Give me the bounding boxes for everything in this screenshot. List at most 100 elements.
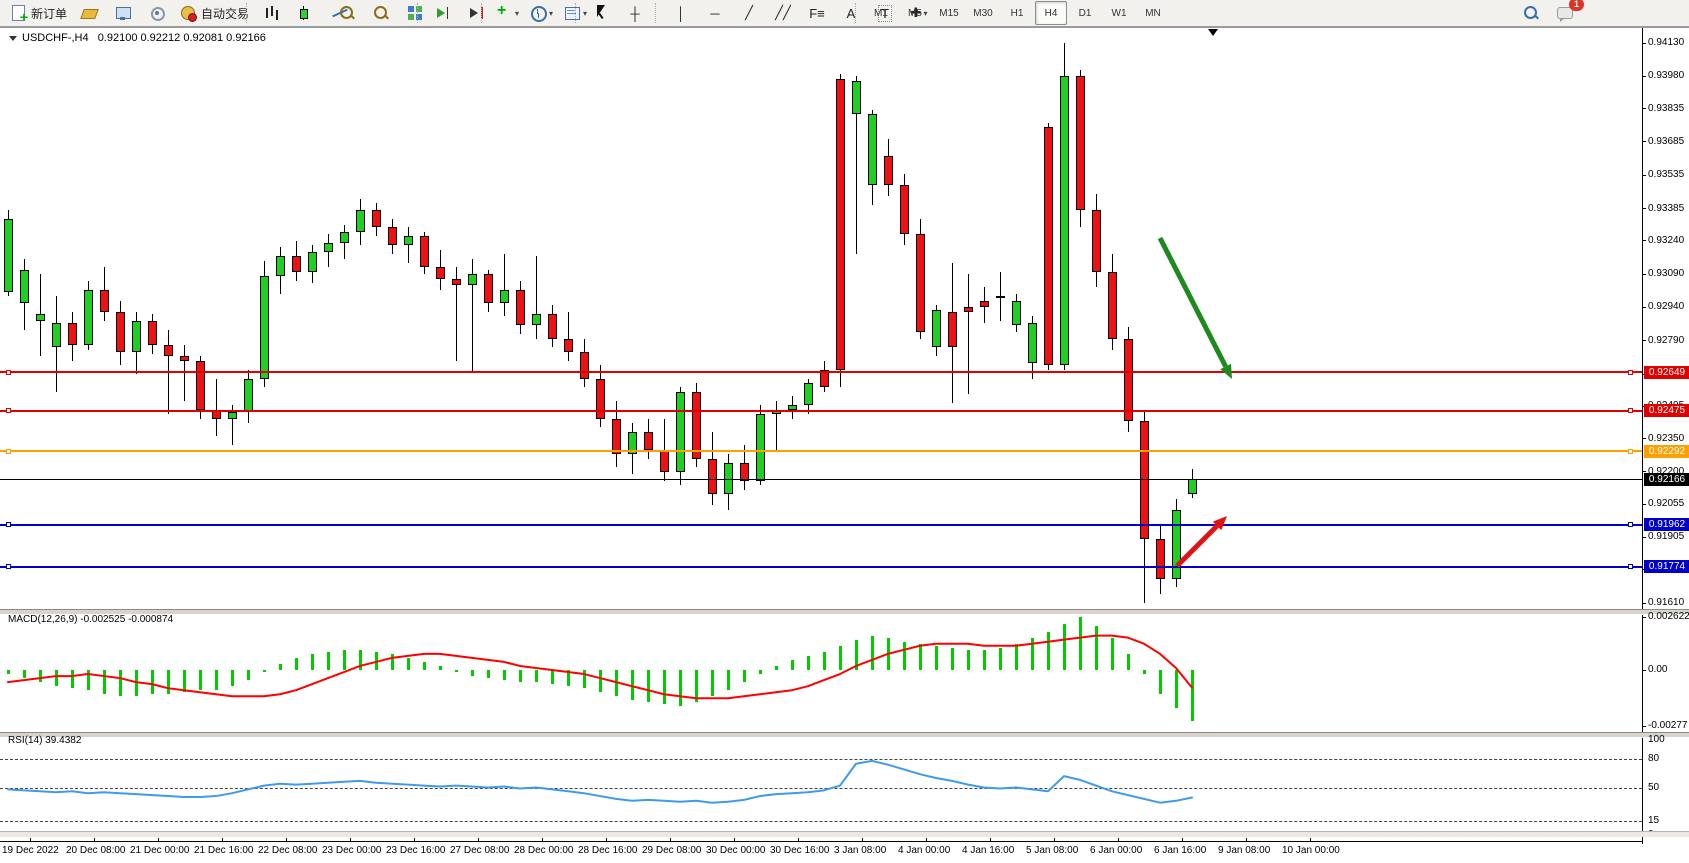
notification-badge: 1 — [1569, 0, 1584, 11]
horizontal-line-icon: ─ — [710, 6, 719, 21]
macd-histogram-bar — [599, 670, 602, 692]
terminal-button[interactable] — [107, 1, 139, 25]
price-tick-label: 0.93685 — [1648, 136, 1684, 147]
price-tick-label: 0.91905 — [1648, 531, 1684, 542]
timeframe-button-m15[interactable]: M15 — [933, 1, 965, 25]
toolbar-separator — [417, 3, 423, 23]
chart-area[interactable]: USDCHF-,H4 0.92100 0.92212 0.92081 0.921… — [0, 27, 1689, 863]
trendline-icon: ╱ — [745, 5, 753, 21]
candle — [260, 276, 269, 378]
add-indicator-icon — [495, 4, 513, 22]
chat-button[interactable]: 1 — [1549, 1, 1581, 25]
status-strip — [0, 831, 1689, 837]
price-tick-mark — [1642, 438, 1646, 439]
fibonacci-icon: F≡ — [809, 6, 825, 21]
time-axis-label: 30 Dec 16:00 — [770, 845, 830, 856]
candle-wick — [536, 256, 537, 338]
candle — [932, 310, 941, 348]
horizontal-line-tool-button[interactable]: ─ — [699, 1, 731, 25]
resistance-line[interactable] — [0, 371, 1642, 373]
candle — [836, 79, 845, 370]
timeframe-button-h1[interactable]: H1 — [1001, 1, 1033, 25]
search-button[interactable] — [1515, 1, 1547, 25]
macd-histogram-bar — [1079, 617, 1082, 670]
auto-scroll-button[interactable] — [427, 1, 459, 25]
news-button[interactable] — [141, 1, 173, 25]
line-handle[interactable] — [1628, 522, 1633, 527]
zoom-in-button[interactable] — [331, 1, 363, 25]
timeframe-button-mn[interactable]: MN — [1137, 1, 1169, 25]
resistance-line[interactable] — [0, 410, 1642, 412]
macd-histogram-bar — [855, 640, 858, 670]
symbol-dropdown-icon[interactable] — [9, 36, 17, 41]
macd-histogram-bar — [519, 670, 522, 682]
support-line[interactable] — [0, 524, 1642, 526]
new-order-button[interactable]: 新订单 — [5, 1, 71, 25]
line-handle[interactable] — [6, 370, 11, 375]
timeframe-button-w1[interactable]: W1 — [1103, 1, 1135, 25]
line-handle[interactable] — [6, 564, 11, 569]
macd-histogram-bar — [583, 670, 586, 688]
timeframe-button-m1[interactable]: M1 — [865, 1, 897, 25]
macd-histogram-bar — [231, 670, 234, 686]
search-icon — [1522, 4, 1540, 22]
candlestick-chart-button[interactable] — [290, 1, 322, 25]
candle — [436, 267, 445, 278]
macd-histogram-bar — [1047, 632, 1050, 670]
price-label-badge: 0.92292 — [1644, 445, 1689, 458]
auto-trading-label: 自动交易 — [201, 5, 249, 22]
time-axis-label: 10 Jan 00:00 — [1282, 845, 1340, 856]
candle — [468, 274, 477, 285]
cursor-tool-button[interactable] — [585, 1, 617, 25]
zoom-out-button[interactable] — [365, 1, 397, 25]
rsi-axis-label: 100 — [1648, 734, 1665, 745]
candle — [52, 323, 61, 347]
time-axis-label: 27 Dec 08:00 — [450, 845, 510, 856]
line-handle[interactable] — [1628, 370, 1633, 375]
timeframe-button-h4[interactable]: H4 — [1035, 1, 1067, 25]
time-tick-mark — [94, 838, 95, 842]
macd-histogram-bar — [935, 646, 938, 670]
market-depth-button[interactable] — [73, 1, 105, 25]
timeframe-button-m30[interactable]: M30 — [967, 1, 999, 25]
line-handle[interactable] — [6, 408, 11, 413]
macd-histogram-bar — [535, 670, 538, 682]
fibonacci-tool-button[interactable]: F≡ — [801, 1, 833, 25]
price-label-badge: 0.91962 — [1644, 518, 1689, 531]
line-handle[interactable] — [1628, 449, 1633, 454]
bar-chart-button[interactable] — [256, 1, 288, 25]
candle — [1060, 76, 1069, 365]
candle — [868, 114, 877, 185]
chart-shift-marker[interactable] — [1208, 29, 1218, 36]
macd-histogram-bar — [967, 650, 970, 670]
trendline-tool-button[interactable]: ╱ — [733, 1, 765, 25]
timeframe-button-d1[interactable]: D1 — [1069, 1, 1101, 25]
line-handle[interactable] — [1628, 564, 1633, 569]
candle — [852, 81, 861, 114]
time-axis-label: 23 Dec 16:00 — [386, 845, 446, 856]
crosshair-tool-button[interactable]: ┼ — [619, 1, 651, 25]
macd-histogram-bar — [135, 670, 138, 696]
line-handle[interactable] — [1628, 408, 1633, 413]
toolbar-separator — [575, 3, 581, 23]
candle — [548, 314, 557, 338]
macd-histogram-bar — [183, 670, 186, 692]
indicators-dropdown[interactable]: ▾ — [491, 1, 523, 25]
line-handle[interactable] — [6, 522, 11, 527]
candle — [148, 321, 157, 345]
macd-histogram-bar — [215, 670, 218, 690]
price-tick-label: 0.93090 — [1648, 268, 1684, 279]
channel-tool-button[interactable]: ╱╱ — [767, 1, 799, 25]
pivot-line[interactable] — [0, 450, 1642, 452]
time-tick-mark — [670, 838, 671, 842]
support-line[interactable] — [0, 566, 1642, 568]
periods-dropdown[interactable]: ▾ — [525, 1, 557, 25]
timeframe-button-m5[interactable]: M5 — [899, 1, 931, 25]
macd-histogram-bar — [1159, 670, 1162, 694]
auto-trading-button[interactable]: 自动交易 — [175, 1, 253, 25]
price-tick-mark — [1642, 208, 1646, 209]
candle — [420, 236, 429, 267]
candle — [612, 419, 621, 455]
line-handle[interactable] — [6, 449, 11, 454]
vertical-line-tool-button[interactable]: │ — [665, 1, 697, 25]
